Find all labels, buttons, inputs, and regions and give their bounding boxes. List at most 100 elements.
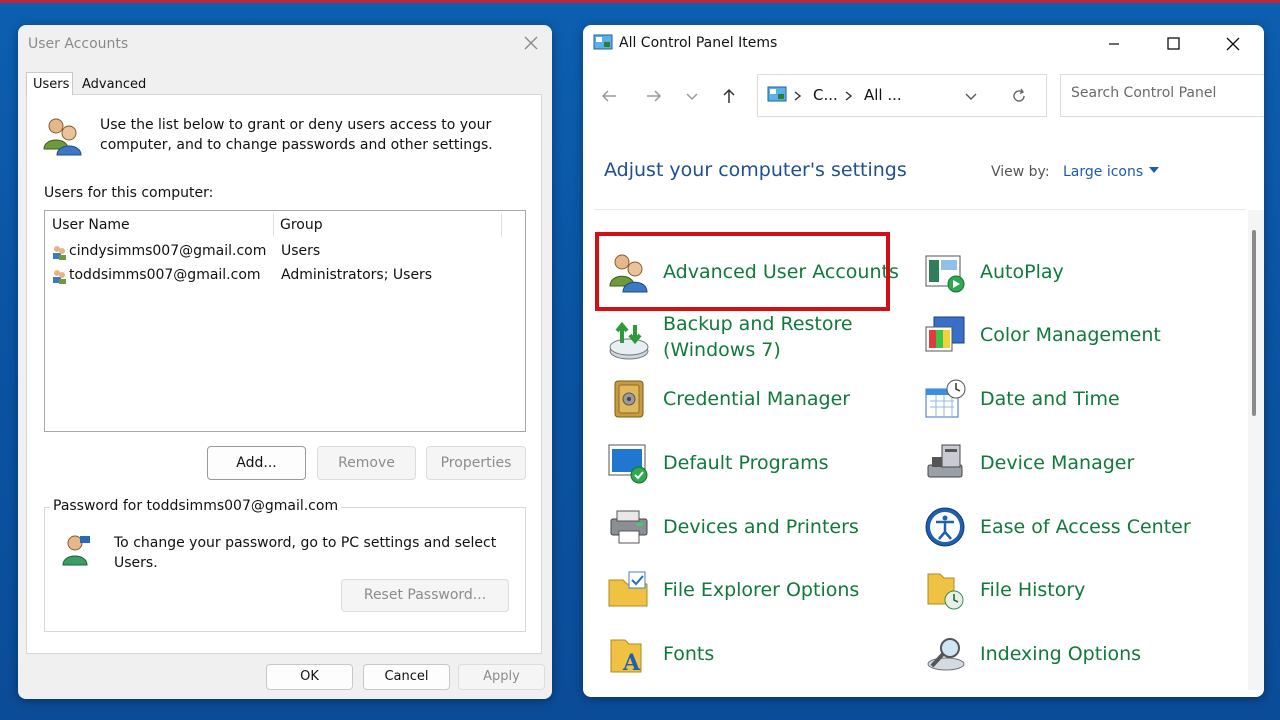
up-arrow-icon[interactable] [719,86,739,106]
apply-button[interactable]: Apply [458,664,545,690]
user-icon [53,270,66,284]
dialog-title: User Accounts [28,36,129,52]
caret-down-icon [1149,167,1160,173]
item-indexing-options[interactable]: Indexing Options [924,632,1224,682]
item-backup-and-restore[interactable]: Backup and Restore (Windows 7) [607,313,907,369]
item-devices-and-printers[interactable]: Devices and Printers [607,505,907,555]
close-icon[interactable] [519,31,543,55]
tab-advanced[interactable]: Advanced [76,75,146,95]
fonts-icon: A [610,639,642,676]
column-separator [273,213,274,237]
folder-options-icon [608,571,648,607]
minimize-icon[interactable] [1102,33,1126,55]
item-label: Ease of Access Center [980,516,1191,538]
vault-icon [614,380,644,418]
remove-user-button[interactable]: Remove [317,446,416,480]
item-label: File Explorer Options [663,579,860,601]
user-group-cell: Users [281,243,321,259]
refresh-icon[interactable] [1010,87,1028,105]
chevron-down-icon[interactable] [682,86,702,106]
cancel-button[interactable]: Cancel [363,664,450,690]
close-icon[interactable] [1221,33,1245,55]
item-label: File History [980,579,1086,601]
item-default-programs[interactable]: Default Programs [607,441,907,491]
file-history-icon [927,573,964,610]
user-password-icon [62,535,90,566]
item-label: Credential Manager [663,388,851,410]
item-label: AutoPlay [980,261,1064,283]
item-label: Device Manager [980,452,1135,474]
column-separator [501,213,502,237]
users-list[interactable]: User Name Group cindysimms007@gmail.com … [44,210,526,432]
user-name-cell: toddsimms007@gmail.com [69,267,261,283]
control-panel-icon [593,34,613,50]
view-by-label: View by: [991,164,1050,180]
view-by-value: Large icons [1063,164,1144,180]
table-row[interactable]: cindysimms007@gmail.com Users [51,241,511,263]
search-input[interactable] [1071,85,1261,101]
item-label: Indexing Options [980,643,1142,665]
users-list-label: Users for this computer: [44,185,214,201]
add-user-button[interactable]: Add... [207,446,306,480]
properties-button[interactable]: Properties [426,446,526,480]
scrollbar-thumb[interactable] [1252,230,1256,416]
control-panel-icon [767,86,787,102]
item-color-management[interactable]: Color Management [924,313,1224,363]
title-bar[interactable]: All Control Panel Items [583,25,1264,63]
item-label: Date and Time [980,388,1120,410]
item-ease-of-access-center[interactable]: Ease of Access Center [924,505,1224,555]
item-label: Fonts [663,643,715,665]
column-header-user-name[interactable]: User Name [52,217,130,233]
tab-users[interactable]: Users [26,72,73,95]
item-label: Devices and Printers [663,516,859,538]
indexing-icon [927,638,965,671]
item-label: Backup and Restore (Windows 7) [663,313,853,361]
view-by-dropdown[interactable]: Large icons [1063,164,1160,180]
top-accent-line [0,0,1280,3]
item-label: Color Management [980,324,1161,346]
scrollbar-track[interactable] [1248,210,1264,690]
forward-arrow-icon[interactable] [644,86,664,106]
item-credential-manager[interactable]: Credential Manager [607,377,907,427]
window-title: All Control Panel Items [619,35,778,51]
back-arrow-icon[interactable] [599,86,619,106]
item-fonts[interactable]: A Fonts [607,632,907,682]
backup-icon [609,321,649,360]
chevron-right-icon [845,91,853,101]
page-title: Adjust your computer's settings [604,159,907,181]
item-file-explorer-options[interactable]: File Explorer Options [607,568,907,618]
calendar-clock-icon [925,379,966,418]
item-device-manager[interactable]: Device Manager [924,441,1224,491]
reset-password-button[interactable]: Reset Password... [341,579,509,612]
highlight-box [595,232,890,311]
intro-text: Use the list below to grant or deny user… [100,117,493,153]
autoplay-icon [925,255,965,293]
user-group-cell: Administrators; Users [281,267,433,283]
item-file-history[interactable]: File History [924,568,1224,618]
table-row[interactable]: toddsimms007@gmail.com Administrators; U… [51,265,511,287]
color-management-icon [925,316,965,352]
default-programs-icon [608,444,648,484]
column-header-group[interactable]: Group [280,217,323,233]
printer-icon [610,510,648,544]
address-bar[interactable]: C... All ... [757,74,1047,117]
search-box[interactable] [1060,74,1264,117]
breadcrumb-all-items[interactable]: All ... [864,86,902,104]
chevron-right-icon [794,91,802,101]
breadcrumb-control-panel[interactable]: C... [813,86,838,104]
password-group-label: Password for toddsimms007@gmail.com [50,498,342,514]
user-icon [53,246,66,260]
ok-button[interactable]: OK [266,664,353,690]
user-accounts-dialog: User Accounts Users Advanced Use the lis… [18,25,552,699]
item-date-and-time[interactable]: Date and Time [924,377,1224,427]
item-label: Default Programs [663,452,829,474]
header-divider [595,209,1245,210]
item-autoplay[interactable]: AutoPlay [924,250,1224,300]
users-icon [43,118,82,156]
password-instructions: To change your password, go to PC settin… [114,535,497,571]
chevron-down-icon[interactable] [963,88,979,104]
maximize-icon[interactable] [1161,33,1185,55]
control-panel-window: All Control Panel Items C... All ... Adj… [583,25,1264,697]
user-name-cell: cindysimms007@gmail.com [69,243,267,259]
ease-of-access-icon [925,507,965,547]
